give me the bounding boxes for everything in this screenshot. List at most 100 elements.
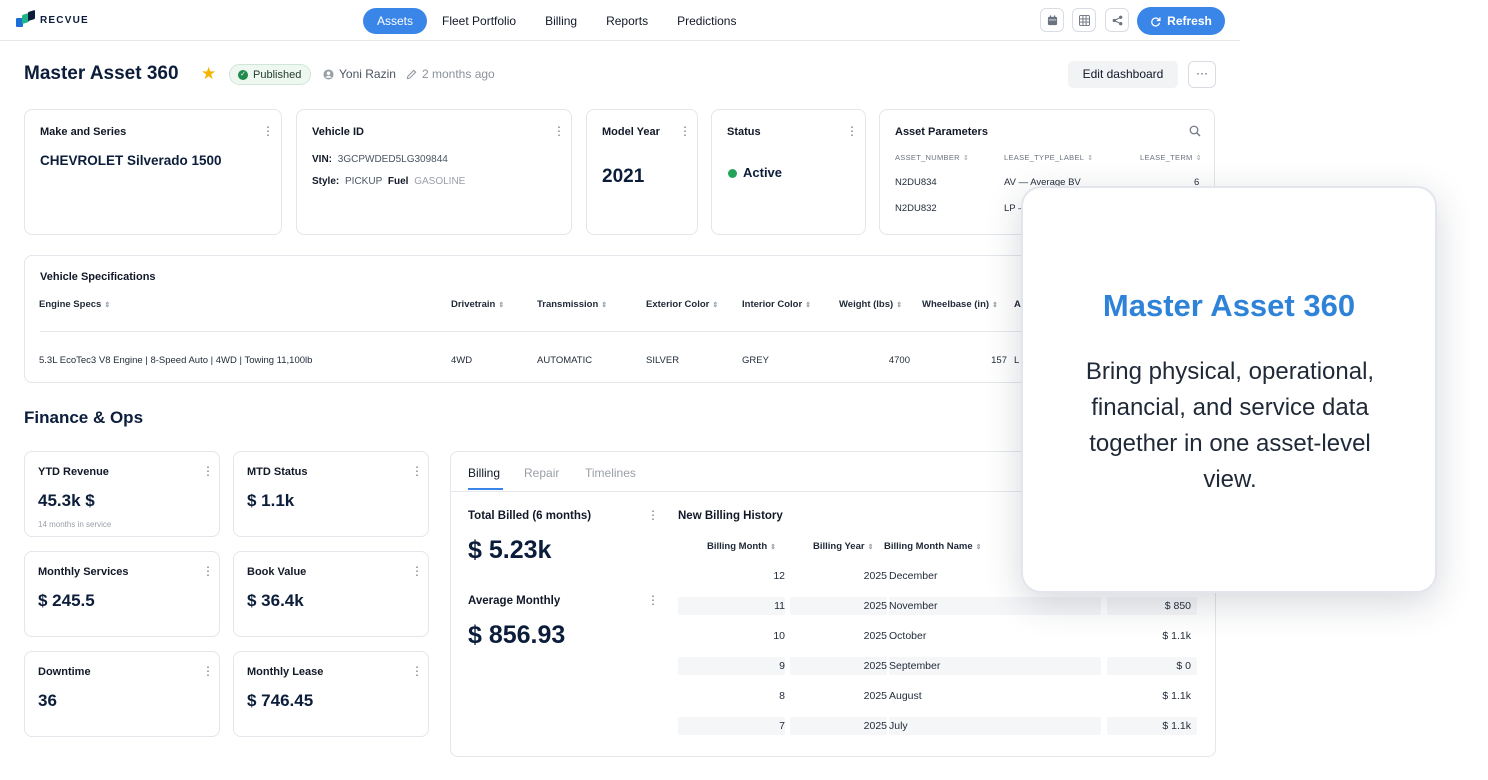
table-row[interactable]: 10 2025 October $ 1.1k (678, 624, 1197, 648)
nav-fleet-portfolio[interactable]: Fleet Portfolio (428, 8, 530, 34)
status-badge-label: Published (253, 68, 302, 81)
kpi-title: Monthly Services (38, 566, 129, 578)
make-series-value: CHEVROLET Silverado 1500 (40, 153, 222, 168)
callout-title: Master Asset 360 (1102, 288, 1356, 323)
table-cell: $ 1.1k (1162, 720, 1191, 732)
nav-billing[interactable]: Billing (531, 8, 591, 34)
column-header[interactable]: A (1014, 299, 1021, 310)
search-icon[interactable] (1189, 125, 1201, 137)
column-header[interactable]: Wheelbase (in) ⇕ (922, 299, 998, 310)
table-cell: $ 1.1k (1162, 630, 1191, 642)
pencil-icon (406, 69, 417, 79)
kebab-menu-icon[interactable]: ⋮ (647, 509, 659, 521)
share-icon (1112, 15, 1122, 25)
table-row[interactable]: 8 2025 August $ 1.1k (678, 684, 1197, 708)
style-label: Style: (312, 176, 340, 187)
kebab-menu-icon[interactable]: ⋮ (846, 125, 858, 137)
refresh-button[interactable]: Refresh (1137, 7, 1225, 35)
table-cell: N2DU834 (895, 177, 937, 188)
nav-assets[interactable]: Assets (363, 8, 428, 34)
table-cell: $ 0 (1176, 660, 1191, 672)
share-button[interactable] (1105, 8, 1129, 32)
kpi-card: Downtime ⋮ 36 (24, 651, 220, 737)
nav-reports[interactable]: Reports (592, 8, 662, 34)
kpi-value: 45.3k $ (38, 491, 95, 510)
table-cell: N2DU832 (895, 203, 937, 214)
kpi-value: $ 36.4k (247, 591, 304, 610)
kebab-menu-icon[interactable]: ⋮ (411, 465, 423, 477)
kebab-menu-icon[interactable]: ⋮ (679, 125, 691, 137)
column-header[interactable]: Drivetrain ⇕ (451, 299, 504, 310)
tab-billing[interactable]: Billing (468, 466, 500, 480)
table-cell: 7 (779, 720, 785, 732)
kpi-title: YTD Revenue (38, 466, 109, 478)
page-title: Master Asset 360 (24, 63, 179, 84)
column-header[interactable]: Billing Month ⇕ (707, 541, 776, 552)
kebab-menu-icon[interactable]: ⋮ (411, 565, 423, 577)
column-header[interactable]: LEASE_TERM ⇕ (1140, 153, 1202, 162)
table-cell: September (889, 660, 941, 672)
model-year-card: Model Year ⋮ 2021 (586, 109, 698, 235)
kpi-card: Monthly Services ⋮ $ 245.5 (24, 551, 220, 637)
kpi-card: Monthly Lease ⋮ $ 746.45 (233, 651, 429, 737)
make-series-card: Make and Series ⋮ CHEVROLET Silverado 15… (24, 109, 282, 235)
vehicle-id-card: Vehicle ID ⋮ VIN: 3GCPWDED5LG309844 Styl… (296, 109, 572, 235)
table-cell: $ 1.1k (1162, 690, 1191, 702)
table-cell: October (889, 630, 927, 642)
check-icon: ✓ (238, 69, 248, 80)
top-bar: RECVUE Assets Fleet Portfolio Billing Re… (0, 0, 1240, 41)
card-title: Asset Parameters (895, 126, 988, 138)
favorite-star-icon[interactable]: ★ (201, 63, 216, 85)
nav-predictions[interactable]: Predictions (663, 8, 750, 34)
tab-repair[interactable]: Repair (524, 466, 559, 480)
kebab-menu-icon[interactable]: ⋮ (647, 594, 659, 606)
column-header[interactable]: ASSET_NUMBER ⇕ (895, 153, 969, 162)
grid-icon (1078, 14, 1090, 26)
grid-button[interactable] (1072, 8, 1096, 32)
total-billed-title: Total Billed (6 months) (468, 510, 592, 522)
column-header[interactable]: Exterior Color ⇕ (646, 299, 718, 310)
table-cell: 2025 (863, 600, 887, 612)
style-value: PICKUP (345, 176, 383, 187)
card-title: Vehicle Specifications (40, 271, 156, 283)
status-value: Active (743, 165, 783, 180)
active-tab-indicator (468, 488, 503, 490)
column-header[interactable]: Billing Month Name ⇕ (884, 541, 982, 552)
column-header[interactable]: Weight (lbs) ⇕ (839, 299, 902, 310)
table-cell: 4700 (888, 355, 910, 366)
column-header[interactable]: Transmission ⇕ (537, 299, 607, 310)
edit-dashboard-button[interactable]: Edit dashboard (1068, 61, 1178, 88)
table-cell: 8 (779, 690, 785, 702)
table-cell: 10 (773, 630, 785, 642)
kebab-menu-icon[interactable]: ⋮ (262, 125, 274, 137)
table-cell: 4WD (451, 355, 473, 366)
table-row[interactable]: 11 2025 November $ 850 (678, 594, 1197, 618)
owner-name: Yoni Razin (339, 67, 396, 81)
kpi-value: $ 245.5 (38, 591, 95, 610)
table-cell: November (889, 600, 938, 612)
kebab-menu-icon[interactable]: ⋮ (202, 565, 214, 577)
kebab-menu-icon[interactable]: ⋮ (202, 465, 214, 477)
feature-callout: Master Asset 360 Bring physical, operati… (1021, 186, 1437, 593)
kebab-menu-icon[interactable]: ⋮ (202, 665, 214, 677)
recvue-logo[interactable]: RECVUE (16, 9, 89, 29)
table-cell: SILVER (646, 355, 680, 366)
more-options-button[interactable]: ··· (1188, 61, 1216, 88)
calendar-button[interactable] (1040, 8, 1064, 32)
last-updated: 2 months ago (406, 67, 495, 81)
kpi-card: Book Value ⋮ $ 36.4k (233, 551, 429, 637)
column-header[interactable]: LEASE_TYPE_LABEL ⇕ (1004, 153, 1093, 162)
table-row[interactable]: 9 2025 September $ 0 (678, 654, 1197, 678)
owner: Yoni Razin (323, 67, 396, 81)
kebab-menu-icon[interactable]: ⋮ (411, 665, 423, 677)
table-row[interactable]: 7 2025 July $ 1.1k (678, 714, 1197, 738)
column-header[interactable]: Interior Color ⇕ (742, 299, 811, 310)
tab-timelines[interactable]: Timelines (585, 466, 636, 480)
column-header[interactable]: Engine Specs ⇕ (39, 299, 110, 310)
table-cell: 157 (991, 355, 1007, 366)
refresh-icon (1151, 16, 1161, 27)
vin-row: VIN: 3GCPWDED5LG309844 (312, 154, 448, 165)
column-header[interactable]: Billing Year ⇕ (813, 541, 873, 552)
kpi-title: Downtime (38, 666, 91, 678)
kebab-menu-icon[interactable]: ⋮ (553, 125, 565, 137)
